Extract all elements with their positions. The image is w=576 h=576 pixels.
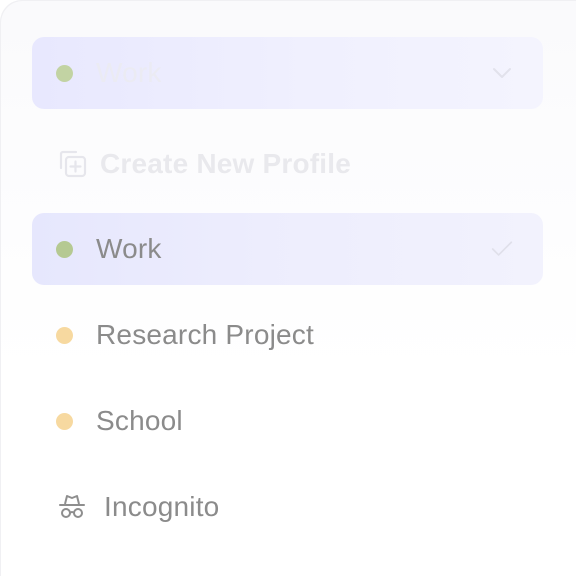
profile-color-dot	[56, 240, 73, 258]
chevron-down-icon	[491, 62, 513, 84]
profile-color-dot	[56, 64, 73, 82]
profile-label: Work	[96, 233, 162, 264]
create-new-profile-label: Create New Profile	[100, 148, 352, 179]
profile-item-school[interactable]: School	[32, 385, 543, 457]
profile-label: Research Project	[96, 319, 314, 350]
incognito-button[interactable]: Incognito	[32, 471, 543, 543]
current-profile-label: Work	[96, 57, 162, 88]
incognito-icon	[56, 491, 88, 523]
profile-label: School	[96, 405, 183, 436]
stage: Work Create New Profile Work Research Pr…	[0, 0, 576, 576]
profile-item-work[interactable]: Work	[32, 213, 543, 285]
profile-color-dot	[56, 412, 73, 430]
checkmark-icon	[491, 238, 513, 260]
profile-color-dot	[56, 326, 73, 344]
profile-item-research-project[interactable]: Research Project	[32, 299, 543, 371]
add-profile-icon	[56, 148, 88, 180]
profile-menu-panel: Work Create New Profile Work Research Pr…	[0, 0, 576, 576]
current-profile-dropdown[interactable]: Work	[32, 37, 543, 109]
create-new-profile-button[interactable]: Create New Profile	[32, 128, 543, 200]
incognito-label: Incognito	[104, 491, 220, 522]
